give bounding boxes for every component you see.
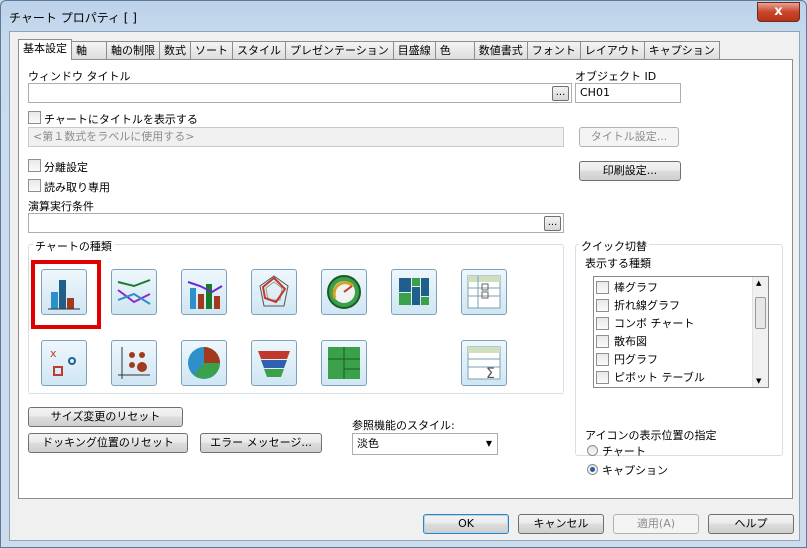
ok-button[interactable]: OK	[423, 514, 509, 534]
print-settings-button[interactable]: 印刷設定...	[579, 161, 681, 181]
svg-text:Σ: Σ	[486, 366, 495, 382]
title-settings-button: タイトル設定...	[579, 127, 679, 147]
pivot-table-icon[interactable]	[461, 269, 507, 315]
gauge-chart-icon[interactable]	[321, 269, 367, 315]
close-button[interactable]: x	[757, 2, 800, 22]
window-title-browse-button[interactable]: ...	[552, 86, 569, 101]
icon-position-label: アイコンの表示位置の指定	[585, 429, 717, 442]
reset-size-button[interactable]: サイズ変更のリセット	[28, 407, 183, 427]
tab-presentation[interactable]: プレゼンテーション	[285, 41, 394, 60]
list-item[interactable]: 折れ線グラフ	[596, 296, 680, 314]
icon-position-caption-radio[interactable]	[587, 464, 598, 475]
chart-properties-window: チャート プロパティ [ ] x 基本設定 軸 軸の制限 数式 ソート スタイル…	[0, 0, 807, 548]
type-checkbox[interactable]	[596, 370, 609, 384]
type-checkbox[interactable]	[596, 334, 609, 348]
straight-table-icon[interactable]: Σ	[461, 340, 507, 386]
detach-checkbox[interactable]	[28, 159, 41, 172]
list-item[interactable]: 棒グラフ	[596, 278, 658, 296]
funnel-chart-icon[interactable]	[251, 340, 297, 386]
icon-position-chart-radio[interactable]	[587, 445, 598, 456]
type-checkbox[interactable]	[596, 316, 609, 330]
block-chart-icon[interactable]	[321, 340, 367, 386]
tab-gridlines[interactable]: 目盛線	[392, 41, 436, 60]
apply-button: 適用(A)	[613, 514, 699, 534]
reference-style-label: 参照機能のスタイル:	[352, 419, 455, 432]
bar-chart-icon[interactable]	[41, 269, 87, 315]
calc-condition-browse-button[interactable]: ...	[544, 216, 561, 231]
cancel-button[interactable]: キャンセル	[518, 514, 604, 534]
types-label: 表示する種類	[585, 257, 651, 270]
tab-expressions[interactable]: 数式	[159, 41, 191, 60]
list-scrollbar[interactable]: ▲ ▼	[752, 277, 768, 387]
tab-colors[interactable]: 色	[434, 41, 475, 60]
list-item[interactable]: ピボット テーブル	[596, 368, 705, 386]
dialog-client: 基本設定 軸 軸の制限 数式 ソート スタイル プレゼンテーション 目盛線 色 …	[9, 31, 800, 541]
readonly-label: 読み取り専用	[44, 181, 110, 194]
mekko-chart-icon[interactable]	[391, 269, 437, 315]
type-checkbox[interactable]	[596, 280, 609, 294]
line-chart-icon[interactable]	[111, 269, 157, 315]
type-checkbox[interactable]	[596, 298, 609, 312]
tab-style[interactable]: スタイル	[232, 41, 286, 60]
grid-chart-icon[interactable]	[111, 340, 157, 386]
list-item[interactable]: 散布図	[596, 332, 647, 350]
scatter-chart-icon[interactable]: x	[41, 340, 87, 386]
reference-style-select[interactable]: 淡色 ▼	[352, 433, 498, 455]
icon-position-caption-label: キャプション	[602, 464, 668, 477]
tab-caption[interactable]: キャプション	[643, 41, 720, 60]
detach-label: 分離設定	[44, 161, 88, 174]
tab-axis-limits[interactable]: 軸の制限	[106, 41, 160, 60]
window-title-input[interactable]	[28, 83, 572, 103]
combo-chart-icon[interactable]	[181, 269, 227, 315]
tab-strip: 基本設定 軸 軸の制限 数式 ソート スタイル プレゼンテーション 目盛線 色 …	[18, 39, 720, 60]
tab-layout[interactable]: レイアウト	[579, 41, 645, 60]
list-item[interactable]: コンボ チャート	[596, 314, 694, 332]
chevron-down-icon: ▼	[485, 439, 492, 448]
title-bar: チャート プロパティ [ ] x	[1, 1, 806, 31]
show-title-label: チャートにタイトルを表示する	[44, 113, 198, 126]
title-text-input: <第１数式をラベルに使用する>	[28, 127, 564, 147]
scroll-up-icon[interactable]: ▲	[756, 279, 761, 287]
svg-text:x: x	[50, 347, 57, 360]
scroll-down-icon[interactable]: ▼	[756, 377, 761, 385]
pie-chart-icon[interactable]	[181, 340, 227, 386]
quick-switch-types-list[interactable]: 棒グラフ 折れ線グラフ コンボ チャート 散布図 円グラフ ピボット テーブル …	[593, 276, 769, 388]
radar-chart-icon[interactable]	[251, 269, 297, 315]
list-item[interactable]: 円グラフ	[596, 350, 658, 368]
type-checkbox[interactable]	[596, 352, 609, 366]
chart-type-label: チャートの種類	[33, 238, 114, 254]
error-message-button[interactable]: エラー メッセージ...	[200, 433, 322, 453]
calc-condition-input[interactable]	[28, 213, 564, 233]
tab-axis[interactable]: 軸	[71, 41, 107, 60]
quick-switch-label: クイック切替	[579, 238, 649, 254]
tab-number-format[interactable]: 数値書式	[473, 41, 528, 60]
reference-style-value: 淡色	[357, 437, 379, 450]
window-title-label: ウィンドウ タイトル	[28, 70, 131, 83]
calc-condition-label: 演算実行条件	[28, 200, 94, 213]
window-title: チャート プロパティ [ ]	[9, 11, 137, 25]
object-id-input[interactable]: CH01	[575, 83, 681, 103]
readonly-checkbox[interactable]	[28, 179, 41, 192]
scroll-thumb[interactable]	[755, 297, 766, 329]
icon-position-chart-label: チャート	[602, 445, 646, 458]
object-id-label: オブジェクト ID	[575, 70, 657, 83]
tab-general[interactable]: 基本設定	[18, 39, 72, 60]
reset-dock-button[interactable]: ドッキング位置のリセット	[28, 433, 188, 453]
show-title-checkbox[interactable]	[28, 111, 41, 124]
tab-sort[interactable]: ソート	[190, 41, 233, 60]
help-button[interactable]: ヘルプ	[708, 514, 794, 534]
tab-font[interactable]: フォント	[526, 41, 581, 60]
